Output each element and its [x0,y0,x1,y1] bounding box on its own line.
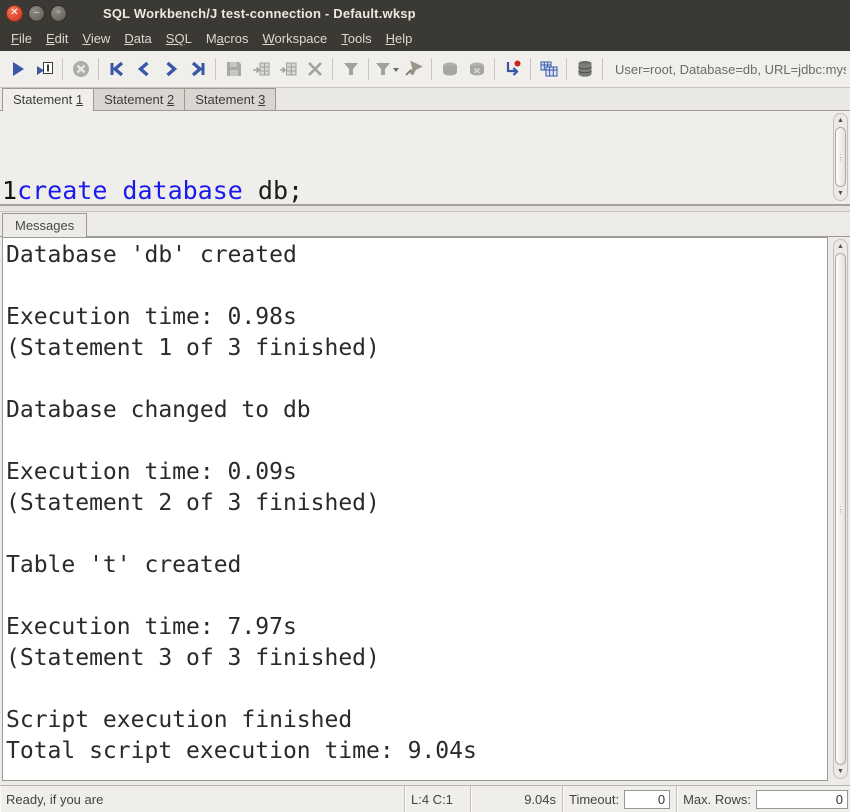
stop-icon [72,61,89,77]
maximize-icon[interactable]: ▫ [50,4,67,22]
reconnect-button[interactable] [499,56,526,82]
stop-button[interactable] [67,56,94,82]
connection-info: User=root, Database=db, URL=jdbc:mysq [615,61,846,77]
run-current-icon [36,62,53,75]
next-statement-button[interactable] [157,56,184,82]
status-message: Ready, if you are [0,786,405,812]
scroll-up-icon[interactable]: ▲ [834,240,847,253]
last-statement-icon [191,61,204,77]
menu-file[interactable]: File [4,27,39,50]
filter-dropdown-icon [375,63,399,75]
tab-statement-3[interactable]: Statement 3 [184,88,277,110]
rollback-icon [469,62,484,76]
timeout-input[interactable] [624,789,671,809]
tab-statement-1[interactable]: Statement 1 [2,88,95,111]
first-statement-button[interactable] [103,56,130,82]
window-controls: ✕ – ▫ [0,4,67,22]
messages-area[interactable]: Database 'db' created Execution time: 0.… [2,237,828,781]
cursor-position: L:4 C:1 [405,786,471,812]
scroll-down-icon[interactable]: ▼ [834,765,847,778]
last-statement-button[interactable] [184,56,211,82]
save-button[interactable] [220,56,247,82]
database-button[interactable] [571,56,598,82]
filter-button[interactable] [337,56,364,82]
filter-icon [343,63,358,75]
commit-icon [442,62,457,76]
menu-help[interactable]: Help [379,27,420,50]
previous-statement-button[interactable] [130,56,157,82]
toolbar: User=root, Database=db, URL=jdbc:mysq [0,51,850,88]
execution-timer: 9.04s [471,786,563,812]
copy-row-icon [279,62,296,76]
run-all-icon [12,62,24,76]
sql-editor[interactable]: 1create database db; 2use db; 3create ta… [0,111,850,391]
maxrows-input[interactable] [756,789,848,809]
toolbar-separator [332,58,333,80]
menubar: File Edit View Data SQL Macros Workspace… [0,26,850,51]
messages-vscrollbar: ▲ ⋮ ▼ [833,239,848,779]
tab-statement-2[interactable]: Statement 2 [93,88,186,110]
toolbar-separator [62,58,63,80]
maxrows-label: Max. Rows: [683,791,751,807]
rollback-button[interactable] [463,56,490,82]
next-statement-icon [165,61,177,77]
minimize-icon[interactable]: – [28,4,45,22]
toolbar-separator [494,58,495,80]
menu-macros[interactable]: Macros [199,27,256,50]
reconnect-icon [506,60,520,76]
line-number: 1 [2,176,18,205]
database-icon [577,61,592,77]
toolbar-separator [431,58,432,80]
filter-dropdown-button[interactable] [373,56,400,82]
menu-edit[interactable]: Edit [39,27,75,50]
statusbar: Ready, if you are L:4 C:1 9.04s Timeout:… [0,785,850,812]
toolbar-separator [566,58,567,80]
window-title: SQL Workbench/J test-connection - Defaul… [103,5,416,21]
editor-line-1: 1create database db; [2,176,304,205]
toolbar-separator [215,58,216,80]
db-explorer-button[interactable] [535,56,562,82]
messages-panel: Database 'db' created Execution time: 0.… [0,237,850,785]
run-current-button[interactable] [31,56,58,82]
reset-filter-button[interactable] [400,56,427,82]
menu-workspace[interactable]: Workspace [255,27,334,50]
commit-button[interactable] [436,56,463,82]
first-statement-icon [110,61,123,77]
db-explorer-icon [540,61,557,77]
menu-sql[interactable]: SQL [159,27,199,50]
previous-statement-icon [137,61,149,77]
toolbar-separator [530,58,531,80]
menu-view[interactable]: View [75,27,117,50]
editor-vscrollbar: ▲ ⋮ ▼ [833,113,848,201]
scroll-down-icon[interactable]: ▼ [834,187,847,200]
insert-row-icon [252,62,269,76]
maxrows-section: Max. Rows: [677,786,850,812]
timeout-label: Timeout: [569,791,620,807]
scrollbar-thumb[interactable]: ⋮ [835,253,846,765]
copy-row-button[interactable] [274,56,301,82]
statement-tab-bar: Statement 1 Statement 2 Statement 3 [0,88,850,111]
run-all-button[interactable] [4,56,31,82]
scrollbar-thumb[interactable]: ⋮ [835,127,846,187]
delete-row-icon [307,62,322,76]
messages-text: Database 'db' created Execution time: 0.… [6,242,477,764]
toolbar-separator [368,58,369,80]
insert-row-button[interactable] [247,56,274,82]
scroll-up-icon[interactable]: ▲ [834,114,847,127]
tab-messages[interactable]: Messages [2,213,88,237]
save-icon [226,62,241,76]
toolbar-separator [98,58,99,80]
menu-data[interactable]: Data [117,27,158,50]
reset-filter-icon [404,60,423,76]
titlebar: ✕ – ▫ SQL Workbench/J test-connection - … [0,0,850,26]
toolbar-separator [602,58,603,80]
app-window: ✕ – ▫ SQL Workbench/J test-connection - … [0,0,850,812]
close-icon[interactable]: ✕ [6,4,23,22]
delete-row-button[interactable] [301,56,328,82]
menu-tools[interactable]: Tools [334,27,378,50]
timeout-section: Timeout: [563,786,678,812]
